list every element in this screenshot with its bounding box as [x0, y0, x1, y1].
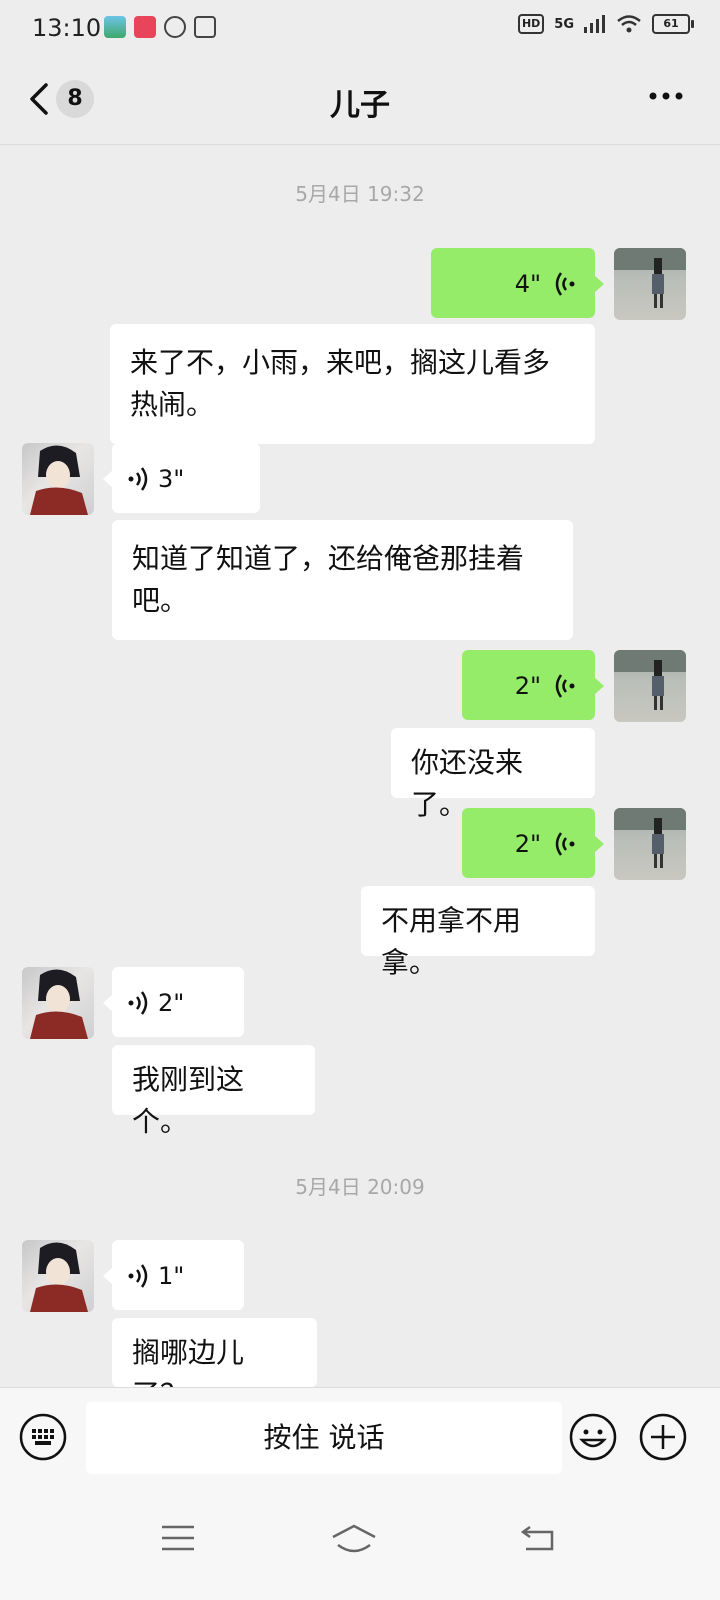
self-avatar[interactable]	[614, 808, 686, 880]
more-dots-icon	[649, 92, 683, 100]
status-bar: 13:10 HD 5G 61	[0, 0, 720, 58]
app-notification-icon	[164, 16, 186, 38]
unread-count-badge: 8	[56, 80, 94, 118]
back-icon	[520, 1525, 554, 1551]
contact-avatar[interactable]	[22, 443, 94, 515]
self-avatar[interactable]	[614, 248, 686, 320]
voice-row: 4"	[431, 248, 595, 320]
voice-duration: 4"	[514, 270, 541, 298]
voice-message[interactable]: 2"	[103, 967, 244, 1039]
text-message[interactable]: 搁哪边儿了？	[112, 1318, 317, 1411]
input-bar: 按住 说话	[0, 1387, 720, 1490]
voice-row: 3"	[112, 443, 260, 515]
home-icon	[332, 1524, 376, 1553]
contact-avatar[interactable]	[22, 1240, 94, 1312]
voice-duration: 2"	[158, 989, 185, 1017]
nav-back-button[interactable]	[520, 1523, 556, 1557]
battery-icon: 61	[652, 14, 694, 34]
voice-duration: 2"	[514, 672, 541, 700]
avatar-photo	[614, 650, 686, 710]
voice-wave-icon	[555, 832, 575, 856]
voice-wave-icon	[128, 1264, 148, 1288]
voice-wave-icon	[555, 272, 575, 296]
timestamp: 5月4日 20:09	[295, 1175, 425, 1199]
self-avatar[interactable]	[614, 650, 686, 722]
avatar-photo	[30, 969, 88, 1039]
hold-to-talk-button[interactable]: 按住 说话	[86, 1402, 562, 1474]
text-message[interactable]: 我刚到这个。	[112, 1045, 315, 1138]
avatar-photo	[614, 808, 686, 868]
wifi-icon	[617, 15, 641, 33]
keyboard-icon	[19, 1413, 67, 1461]
more-button[interactable]	[648, 86, 684, 105]
text-message[interactable]: 不用拿不用拿。	[361, 886, 595, 979]
emoji-button[interactable]	[568, 1412, 618, 1466]
text-message[interactable]: 你还没来了。	[391, 728, 595, 821]
contact-avatar[interactable]	[22, 967, 94, 1039]
text-message[interactable]: 知道了知道了，还给俺爸那挂着 吧。	[112, 520, 573, 640]
voice-message[interactable]: 4"	[431, 248, 604, 320]
emoji-icon	[569, 1413, 617, 1461]
hd-badge: HD	[517, 14, 545, 34]
voice-row: 1"	[112, 1240, 244, 1312]
voice-duration: 3"	[158, 465, 185, 493]
voice-message[interactable]: 3"	[103, 443, 260, 515]
message-line: 来了不，小雨，来吧，搁这儿看多	[130, 346, 551, 379]
voice-wave-icon	[128, 467, 148, 491]
voice-row: 2"	[462, 650, 595, 722]
status-app-icons	[104, 16, 216, 38]
message-line: 我刚到这个。	[132, 1063, 245, 1138]
app-notification-icon	[104, 16, 126, 38]
network-label: 5G	[554, 16, 574, 32]
app-notification-icon	[134, 16, 156, 38]
status-time: 13:10	[32, 14, 102, 42]
chat-title: 儿子	[330, 88, 390, 123]
voice-row: 2"	[462, 808, 595, 880]
voice-message[interactable]: 2"	[462, 808, 604, 880]
more-functions-button[interactable]	[638, 1412, 688, 1466]
voice-row: 2"	[112, 967, 244, 1039]
system-nav-bar	[0, 1489, 720, 1600]
message-line: 热闹。	[130, 388, 215, 421]
menu-icon	[162, 1525, 194, 1551]
voice-duration: 2"	[514, 830, 541, 858]
signal-icon	[584, 15, 605, 33]
back-button[interactable]: 8	[26, 80, 94, 118]
status-indicators: HD 5G 61	[517, 14, 694, 34]
plus-circle-icon	[639, 1413, 687, 1461]
message-line: 吧。	[132, 584, 189, 617]
voice-wave-icon	[128, 991, 148, 1015]
message-line: 知道了知道了，还给俺爸那挂着	[132, 542, 525, 575]
timestamp: 5月4日 19:32	[295, 182, 425, 206]
voice-message[interactable]: 1"	[103, 1240, 244, 1312]
chat-header: 8 儿子	[0, 58, 720, 145]
play-icon	[194, 16, 216, 38]
voice-duration: 1"	[158, 1262, 185, 1290]
chevron-left-icon	[30, 83, 48, 115]
avatar-photo	[614, 248, 686, 308]
voice-message[interactable]: 2"	[462, 650, 604, 722]
text-message[interactable]: 来了不，小雨，来吧，搁这儿看多 热闹。	[110, 324, 595, 444]
avatar-photo	[30, 445, 88, 515]
message-line: 不用拿不用拿。	[381, 904, 522, 979]
keyboard-toggle-button[interactable]	[18, 1412, 68, 1466]
voice-wave-icon	[555, 674, 575, 698]
nav-home-button[interactable]	[330, 1523, 378, 1557]
nav-menu-button[interactable]	[160, 1523, 196, 1557]
avatar-photo	[30, 1242, 88, 1312]
